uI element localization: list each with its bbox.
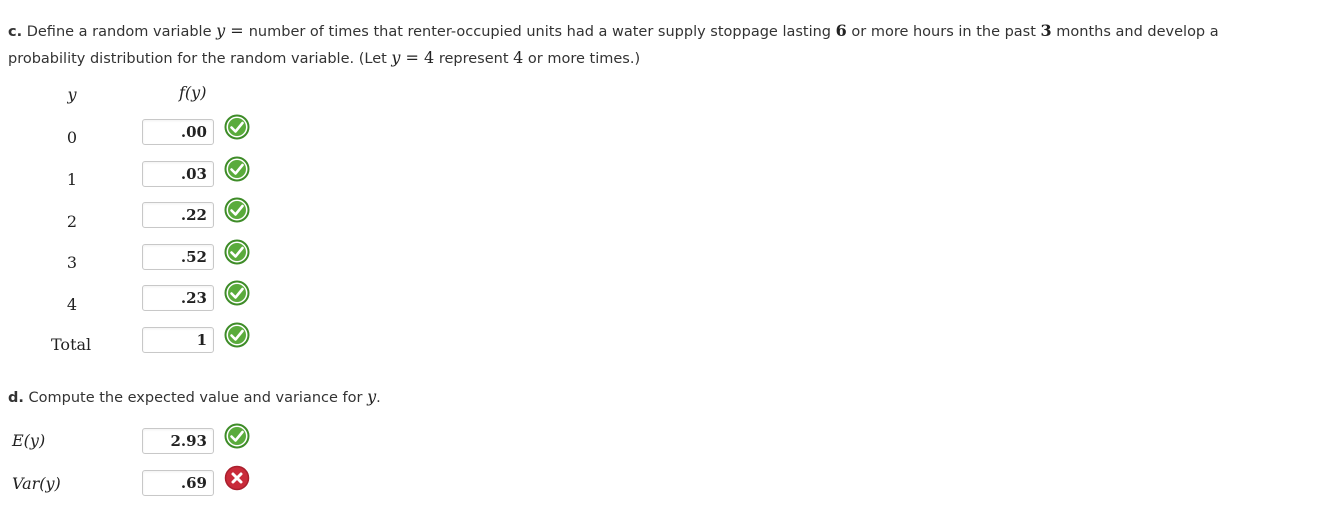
part-c-text: Define a random variable — [22, 24, 217, 40]
part-c-question-line-2: probability distribution for the random … — [8, 45, 640, 72]
expected-value-label: E(y) — [12, 431, 46, 450]
part-d-letter: d. — [8, 390, 24, 406]
total-answer-field[interactable]: 1 — [142, 327, 214, 353]
hours-value: 6 — [835, 21, 847, 40]
total-label: Total — [51, 335, 92, 354]
part-c-text: months and develop a — [1051, 24, 1219, 40]
part-d-text: Compute the expected value and variance … — [23, 390, 368, 406]
row-y-value: 4 — [66, 295, 78, 314]
fy-answer-field[interactable]: .23 — [142, 285, 214, 311]
x-circle-icon — [224, 465, 250, 491]
check-circle-icon — [224, 322, 250, 348]
row-y-value: 0 — [66, 128, 78, 147]
part-c-question-line-1: c. Define a random variable y = number o… — [8, 18, 1219, 45]
check-circle-icon — [224, 239, 250, 265]
check-circle-icon — [224, 156, 250, 182]
part-c-letter: c. — [8, 24, 23, 40]
check-circle-icon — [224, 114, 250, 140]
equals-sign: = — [225, 21, 249, 40]
fy-answer-field[interactable]: .03 — [142, 161, 214, 187]
variance-field[interactable]: .69 — [142, 470, 214, 496]
months-value: 3 — [1040, 21, 1052, 40]
let-value: 4 — [424, 48, 435, 67]
fy-answer-field[interactable]: .00 — [142, 119, 214, 145]
row-y-value: 2 — [66, 212, 78, 231]
variable-y: y — [367, 387, 377, 406]
expected-value-field[interactable]: 2.93 — [142, 428, 214, 454]
column-header-y: y — [67, 85, 77, 104]
row-y-value: 1 — [66, 170, 78, 189]
part-d-text: . — [376, 390, 381, 406]
part-c-text: or more hours in the past — [846, 24, 1041, 40]
part-c-text: number of times that renter-occupied uni… — [248, 24, 836, 40]
fy-answer-field[interactable]: .52 — [142, 244, 214, 270]
represent-value: 4 — [513, 48, 524, 67]
column-header-fy: f(y) — [179, 83, 207, 102]
check-circle-icon — [224, 280, 250, 306]
part-c-text: or more times.) — [523, 51, 641, 67]
variable-y: y — [216, 21, 226, 40]
part-d-question: d. Compute the expected value and varian… — [8, 384, 381, 411]
part-c-text: probability distribution for the random … — [8, 51, 392, 67]
row-y-value: 3 — [66, 253, 78, 272]
check-circle-icon — [224, 197, 250, 223]
equals-sign: = — [400, 48, 425, 67]
fy-answer-field[interactable]: .22 — [142, 202, 214, 228]
part-c-text: represent — [434, 51, 514, 67]
variance-label: Var(y) — [12, 474, 61, 493]
check-circle-icon — [224, 423, 250, 449]
